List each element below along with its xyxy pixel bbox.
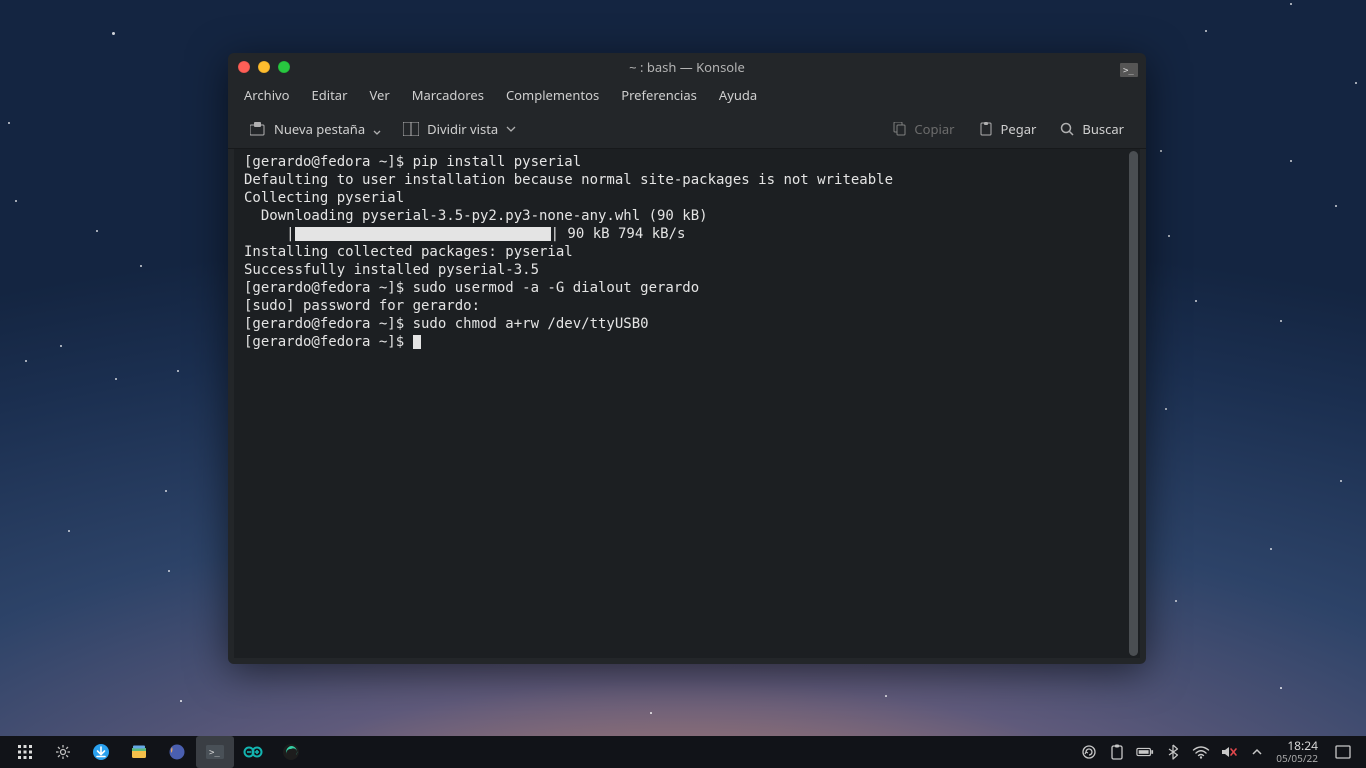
tray-show-desktop-icon[interactable] xyxy=(1334,743,1352,761)
menu-ayuda[interactable]: Ayuda xyxy=(709,82,767,108)
tray-battery-icon[interactable] xyxy=(1136,743,1154,761)
tray-wifi-icon[interactable] xyxy=(1192,743,1210,761)
search-icon xyxy=(1060,122,1074,136)
clock[interactable]: 18:24 05/05/22 xyxy=(1276,740,1318,764)
paste-icon xyxy=(979,122,993,136)
obs-task-icon[interactable] xyxy=(272,736,310,768)
copy-icon xyxy=(892,122,906,136)
scrollbar[interactable] xyxy=(1129,151,1138,656)
chevron-down-icon[interactable] xyxy=(373,122,381,136)
tray-volume-muted-icon[interactable] xyxy=(1220,743,1238,761)
progress-bar xyxy=(295,227,551,241)
menu-archivo[interactable]: Archivo xyxy=(234,82,300,108)
menu-complementos[interactable]: Complementos xyxy=(496,82,609,108)
minimize-button[interactable] xyxy=(258,61,270,73)
terminal[interactable]: [gerardo@fedora ~]$ pip install pyserial… xyxy=(234,149,1140,658)
chevron-down-icon[interactable] xyxy=(506,126,516,132)
copy-label: Copiar xyxy=(914,120,954,138)
taskbar: >_ xyxy=(0,736,1366,768)
menu-ver[interactable]: Ver xyxy=(359,82,399,108)
split-view-button[interactable]: Dividir vista xyxy=(395,115,524,143)
system-tray: 18:24 05/05/22 xyxy=(1072,740,1360,764)
toolbar: Nueva pestaña Dividir vista Copiar Pegar… xyxy=(228,109,1146,149)
settings-task-icon[interactable] xyxy=(44,736,82,768)
tab-icon xyxy=(250,122,266,136)
search-label: Buscar xyxy=(1082,120,1124,138)
tray-bluetooth-icon[interactable] xyxy=(1164,743,1182,761)
svg-text:>_: >_ xyxy=(1123,66,1134,76)
firefox-task-icon[interactable] xyxy=(158,736,196,768)
konsole-window: ~ : bash — Konsole >_ Archivo Editar Ver… xyxy=(228,53,1146,664)
cursor xyxy=(413,335,421,349)
close-button[interactable] xyxy=(238,61,250,73)
konsole-task-icon[interactable]: >_ xyxy=(196,736,234,768)
menu-marcadores[interactable]: Marcadores xyxy=(402,82,494,108)
paste-label: Pegar xyxy=(1001,120,1037,138)
tray-clipboard-icon[interactable] xyxy=(1108,743,1126,761)
maximize-button[interactable] xyxy=(278,61,290,73)
new-tab-label: Nueva pestaña xyxy=(274,120,365,138)
copy-button[interactable]: Copiar xyxy=(884,115,962,143)
svg-text:>_: >_ xyxy=(209,748,220,758)
app-launcher-icon[interactable] xyxy=(6,736,44,768)
files-task-icon[interactable] xyxy=(120,736,158,768)
konsole-icon: >_ xyxy=(1120,60,1138,74)
tray-updates-icon[interactable] xyxy=(1080,743,1098,761)
downloads-task-icon[interactable] xyxy=(82,736,120,768)
menu-editar[interactable]: Editar xyxy=(302,82,358,108)
tray-expand-icon[interactable] xyxy=(1248,743,1266,761)
paste-button[interactable]: Pegar xyxy=(971,115,1045,143)
titlebar[interactable]: ~ : bash — Konsole >_ xyxy=(228,53,1146,81)
desktop: ~ : bash — Konsole >_ Archivo Editar Ver… xyxy=(0,0,1366,768)
menubar: Archivo Editar Ver Marcadores Complement… xyxy=(228,81,1146,109)
clock-date: 05/05/22 xyxy=(1276,752,1318,764)
menu-preferencias[interactable]: Preferencias xyxy=(611,82,707,108)
split-icon xyxy=(403,122,419,136)
search-button[interactable]: Buscar xyxy=(1052,115,1132,143)
split-view-label: Dividir vista xyxy=(427,120,498,138)
arduino-task-icon[interactable] xyxy=(234,736,272,768)
new-tab-button[interactable]: Nueva pestaña xyxy=(242,115,389,143)
window-title: ~ : bash — Konsole xyxy=(629,58,745,76)
